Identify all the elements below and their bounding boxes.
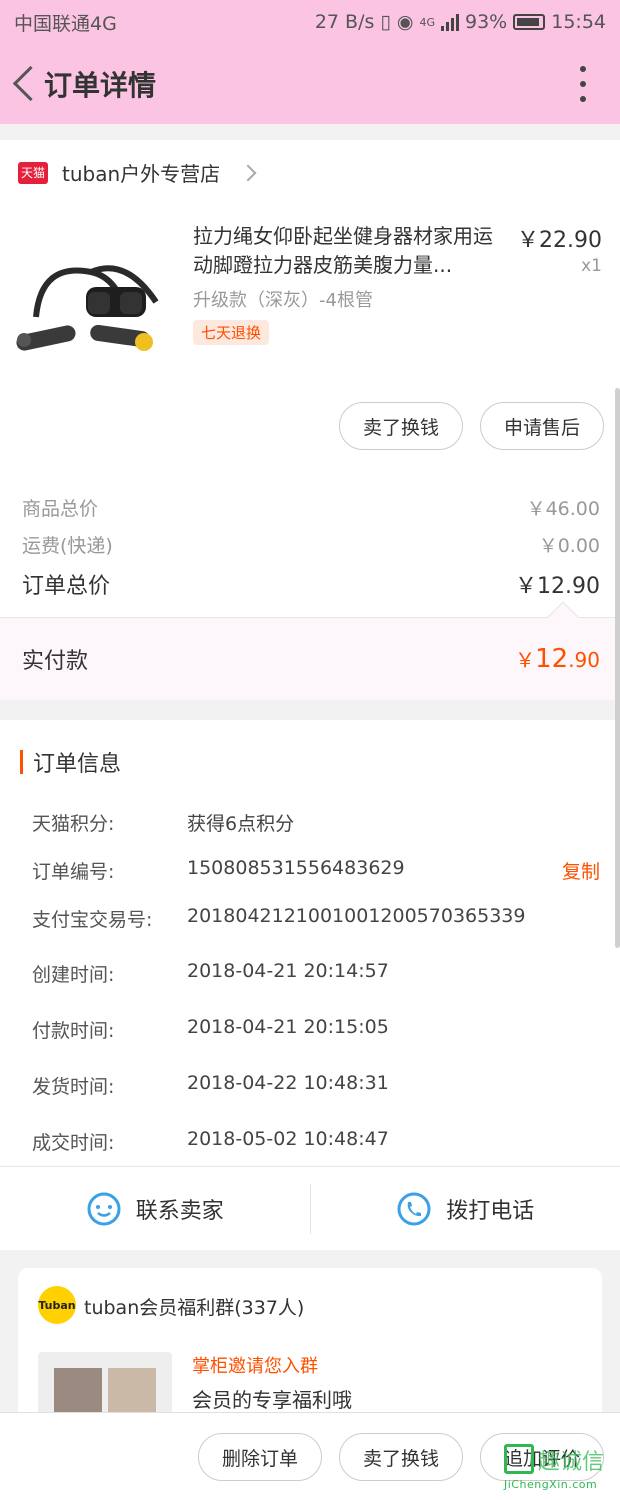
order-total-row: 订单总价 ￥12.90 xyxy=(22,568,600,600)
info-row-points: 天猫积分: 获得6点积分 xyxy=(32,809,600,836)
paid-row: 实付款 ￥12.90 xyxy=(0,618,620,700)
paid-value: ￥12.90 xyxy=(515,644,600,674)
info-row-alipay: 支付宝交易号: 2018042121001001200570365339 xyxy=(32,905,600,932)
chat-icon xyxy=(87,1192,121,1225)
eye-icon: ◉ xyxy=(396,11,414,33)
info-key: 支付宝交易号: xyxy=(32,909,153,931)
call-label: 拨打电话 xyxy=(446,1198,535,1224)
chevron-right-icon xyxy=(239,164,257,181)
info-row-order-number: 订单编号: 150808531556483629 复制 xyxy=(32,857,600,884)
shipping-row: 运费(快递) ￥0.00 xyxy=(22,531,600,558)
info-row-shipped: 发货时间: 2018-04-22 10:48:31 xyxy=(32,1072,600,1099)
accent-bar xyxy=(20,750,23,774)
info-key: 发货时间: xyxy=(32,1076,115,1098)
copy-button[interactable]: 复制 xyxy=(562,857,600,884)
status-bar: 中国联通4G 27 B/s ▯ ◉ 4G 93% 15:54 xyxy=(0,0,620,44)
info-value: 150808531556483629 xyxy=(187,857,405,879)
product-quantity: x1 xyxy=(581,256,602,276)
paid-label: 实付款 xyxy=(22,649,89,674)
info-value: 2018-04-21 20:14:57 xyxy=(187,960,389,982)
goods-total-label: 商品总价 xyxy=(22,498,99,520)
signal-icon xyxy=(441,13,459,31)
watermark-icon xyxy=(504,1444,534,1474)
watermark-logo: 趣诚信 JiChengXin.com xyxy=(504,1440,612,1496)
product-image[interactable] xyxy=(16,232,180,362)
shipping-value: ￥0.00 xyxy=(538,535,600,557)
order-info-title: 订单信息 xyxy=(33,752,122,777)
member-group-card[interactable]: Tuban tuban会员福利群(337人) 掌柜邀请您入群 会员的专享福利哦 xyxy=(18,1268,602,1428)
resell-button[interactable]: 卖了换钱 xyxy=(339,402,463,450)
order-total-label: 订单总价 xyxy=(22,574,111,599)
brand-logo: Tuban xyxy=(38,1286,76,1324)
info-key: 付款时间: xyxy=(32,1020,115,1042)
info-value: 获得6点积分 xyxy=(187,813,295,835)
group-description: 会员的专享福利哦 xyxy=(192,1388,352,1412)
product-price: ￥22.90 xyxy=(517,228,602,253)
phone-icon xyxy=(397,1192,431,1225)
info-value: 2018-05-02 10:48:47 xyxy=(187,1128,389,1150)
info-key: 天猫积分: xyxy=(32,813,115,835)
goods-total-row: 商品总价 ￥46.00 xyxy=(22,494,600,521)
tmall-logo-icon: 天猫 xyxy=(18,161,48,184)
shop-header[interactable]: 天猫 tuban户外专营店 xyxy=(18,158,257,187)
contact-seller-label: 联系卖家 xyxy=(135,1198,224,1224)
info-row-completed: 成交时间: 2018-05-02 10:48:47 xyxy=(32,1128,600,1155)
return-policy-badge: 七天退换 xyxy=(193,320,270,345)
back-icon[interactable] xyxy=(8,44,48,124)
vibrate-icon: ▯ xyxy=(380,11,391,33)
info-row-paid: 付款时间: 2018-04-21 20:15:05 xyxy=(32,1016,600,1043)
battery-percent: 93% xyxy=(465,11,508,33)
order-total-value: ￥12.90 xyxy=(515,574,600,599)
net-type-label: 4G xyxy=(419,15,435,29)
group-invite-text: 掌柜邀请您入群 xyxy=(192,1356,318,1377)
goods-total-value: ￥46.00 xyxy=(526,498,600,520)
info-value: 2018042121001001200570365339 xyxy=(187,905,526,927)
order-info-card: 订单信息 天猫积分: 获得6点积分 订单编号: 1508085315564836… xyxy=(0,720,620,1250)
contact-bar: 联系卖家 拨打电话 xyxy=(0,1166,620,1250)
product-spec: 升级款（深灰）-4根管 xyxy=(193,290,373,311)
info-value: 2018-04-21 20:15:05 xyxy=(187,1016,389,1038)
battery-icon xyxy=(513,14,546,30)
network-speed: 27 B/s xyxy=(314,11,375,33)
page-title: 订单详情 xyxy=(44,69,157,102)
info-row-created: 创建时间: 2018-04-21 20:14:57 xyxy=(32,960,600,987)
order-card: 天猫 tuban户外专营店 拉力绳女仰卧起坐健身器材家用运动脚蹬拉力器皮筋美腹力… xyxy=(0,140,620,700)
product-title[interactable]: 拉力绳女仰卧起坐健身器材家用运动脚蹬拉力器皮筋美腹力量... xyxy=(193,222,511,280)
carrier-label: 中国联通4G xyxy=(14,12,117,35)
info-key: 订单编号: xyxy=(32,861,115,883)
watermark-text: 趣诚信 xyxy=(538,1450,605,1475)
shop-name: tuban户外专营店 xyxy=(62,162,221,186)
more-icon[interactable] xyxy=(578,66,588,102)
group-name: tuban会员福利群(337人) xyxy=(84,1297,305,1319)
shipping-label: 运费(快递) xyxy=(22,535,113,557)
watermark-url: JiChengXin.com xyxy=(504,1478,598,1491)
info-value: 2018-04-22 10:48:31 xyxy=(187,1072,389,1094)
info-key: 创建时间: xyxy=(32,964,115,986)
call-button[interactable]: 拨打电话 xyxy=(311,1167,620,1250)
resell-button[interactable]: 卖了换钱 xyxy=(339,1433,463,1481)
title-bar: 订单详情 xyxy=(0,44,620,124)
after-sale-button[interactable]: 申请售后 xyxy=(480,402,604,450)
scrollbar[interactable] xyxy=(615,388,620,948)
order-info-header: 订单信息 xyxy=(20,746,121,778)
delete-order-button[interactable]: 删除订单 xyxy=(198,1433,322,1481)
clock: 15:54 xyxy=(551,11,606,33)
info-key: 成交时间: xyxy=(32,1132,115,1154)
contact-seller-button[interactable]: 联系卖家 xyxy=(0,1167,310,1250)
